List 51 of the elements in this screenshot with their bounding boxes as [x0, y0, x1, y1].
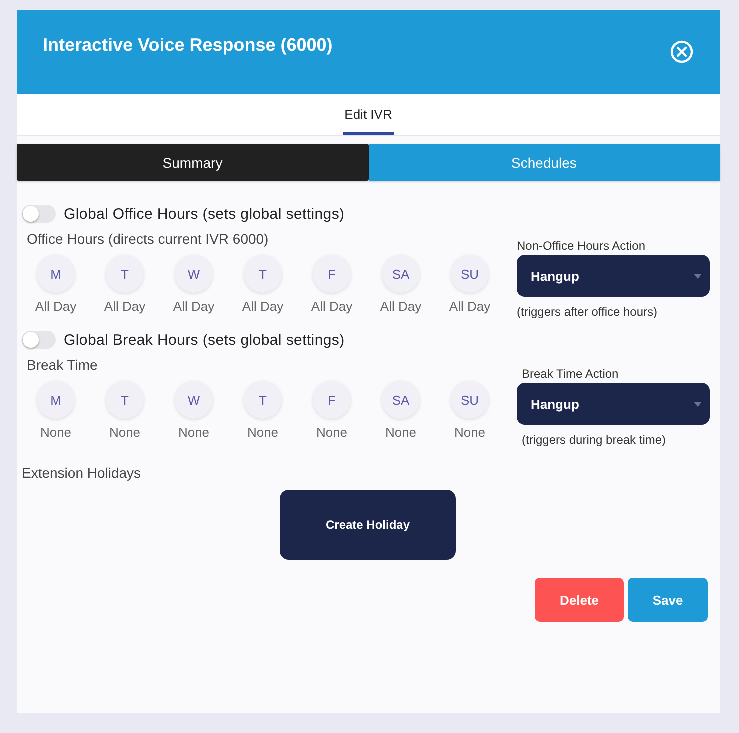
section-heading: Office Hours (directs current IVR 6000) — [27, 231, 270, 247]
action-note: (triggers after office hours) — [517, 305, 659, 319]
action-dropdown[interactable]: Hangup — [517, 383, 710, 425]
day-hours: None — [454, 425, 486, 440]
action-label: Break Time Action — [521, 367, 620, 381]
toggle-label: Global Break Hours (sets global settings) — [64, 332, 345, 348]
action-note: (triggers during break time) — [521, 433, 668, 447]
day-button[interactable]: F — [313, 255, 351, 293]
tab[interactable]: Summary — [17, 144, 368, 181]
day-hours: All Day — [242, 299, 284, 314]
section-heading: Extension Holidays — [22, 465, 142, 481]
day-hours: All Day — [311, 299, 353, 314]
day-hours: None — [316, 425, 348, 440]
day-button[interactable]: T — [106, 381, 144, 419]
action-label: Non-Office Hours Action — [517, 239, 647, 253]
dialog-title: Interactive Voice Response (6000) — [43, 35, 333, 56]
tab[interactable]: Schedules — [368, 144, 720, 181]
day-button[interactable]: M — [37, 381, 75, 419]
delete-button[interactable]: Delete — [535, 578, 624, 622]
day-hours: All Day — [104, 299, 146, 314]
day-hours: None — [178, 425, 210, 440]
day-button[interactable]: W — [175, 381, 213, 419]
toggle-label: Global Office Hours (sets global settings) — [64, 206, 345, 222]
day-hours: All Day — [380, 299, 422, 314]
create-holiday-button[interactable]: Create Holiday — [280, 490, 456, 560]
day-hours: None — [109, 425, 141, 440]
day-button[interactable]: SA — [382, 381, 420, 419]
action-dropdown[interactable]: Hangup — [517, 255, 710, 297]
caret-icon — [694, 402, 702, 406]
day-button[interactable]: T — [244, 255, 282, 293]
day-button[interactable]: SA — [382, 255, 420, 293]
toggle-switch[interactable] — [22, 331, 56, 349]
day-hours: None — [385, 425, 417, 440]
day-hours: All Day — [35, 299, 77, 314]
day-button[interactable]: F — [313, 381, 351, 419]
day-hours: All Day — [173, 299, 215, 314]
day-button[interactable]: SU — [451, 255, 489, 293]
day-button[interactable]: W — [175, 255, 213, 293]
section-heading: Break Time — [27, 357, 99, 373]
edit-tab[interactable]: Edit IVR — [342, 94, 394, 135]
close-icon[interactable] — [670, 40, 694, 64]
caret-icon — [694, 274, 702, 278]
day-button[interactable]: T — [106, 255, 144, 293]
day-button[interactable]: SU — [451, 381, 489, 419]
save-button[interactable]: Save — [628, 578, 708, 622]
day-hours: None — [247, 425, 279, 440]
day-button[interactable]: M — [37, 255, 75, 293]
toggle-switch[interactable] — [22, 205, 56, 223]
day-button[interactable]: T — [244, 381, 282, 419]
day-hours: All Day — [449, 299, 491, 314]
day-hours: None — [40, 425, 72, 440]
